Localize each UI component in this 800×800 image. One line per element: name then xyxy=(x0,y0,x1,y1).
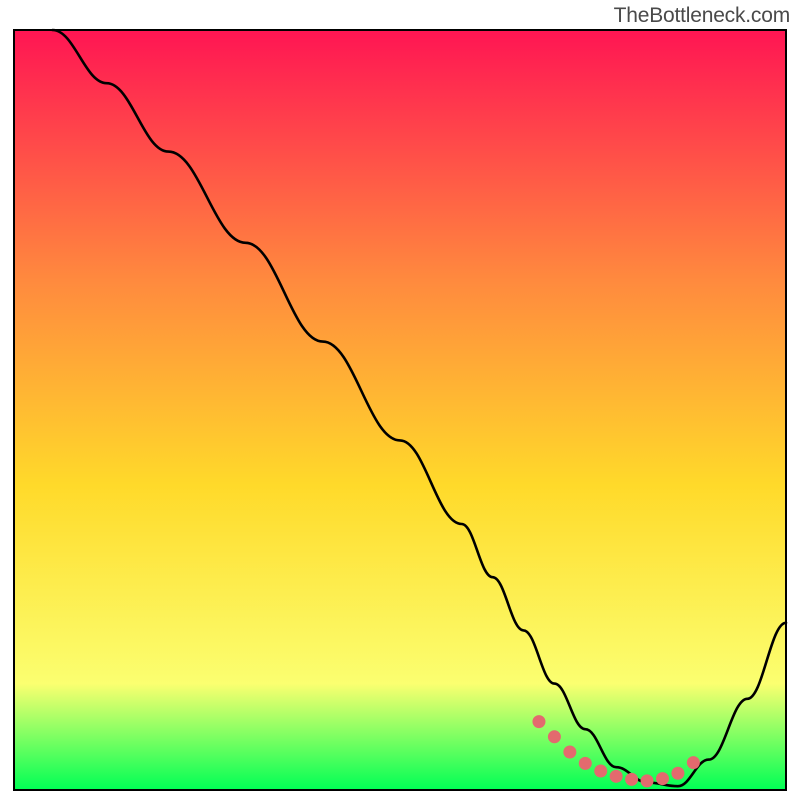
optimal-dot xyxy=(563,746,576,759)
optimal-dot xyxy=(671,767,684,780)
bottleneck-chart xyxy=(0,0,800,800)
watermark-text: TheBottleneck.com xyxy=(614,4,790,28)
optimal-dot xyxy=(532,715,545,728)
optimal-dot xyxy=(610,770,623,783)
optimal-dot xyxy=(687,756,700,769)
optimal-dot xyxy=(579,757,592,770)
optimal-dot xyxy=(548,730,561,743)
optimal-dot xyxy=(594,765,607,778)
plot-area xyxy=(14,30,786,790)
chart-container: TheBottleneck.com xyxy=(0,0,800,800)
optimal-dot xyxy=(641,774,654,787)
optimal-dot xyxy=(625,773,638,786)
optimal-dot xyxy=(656,772,669,785)
